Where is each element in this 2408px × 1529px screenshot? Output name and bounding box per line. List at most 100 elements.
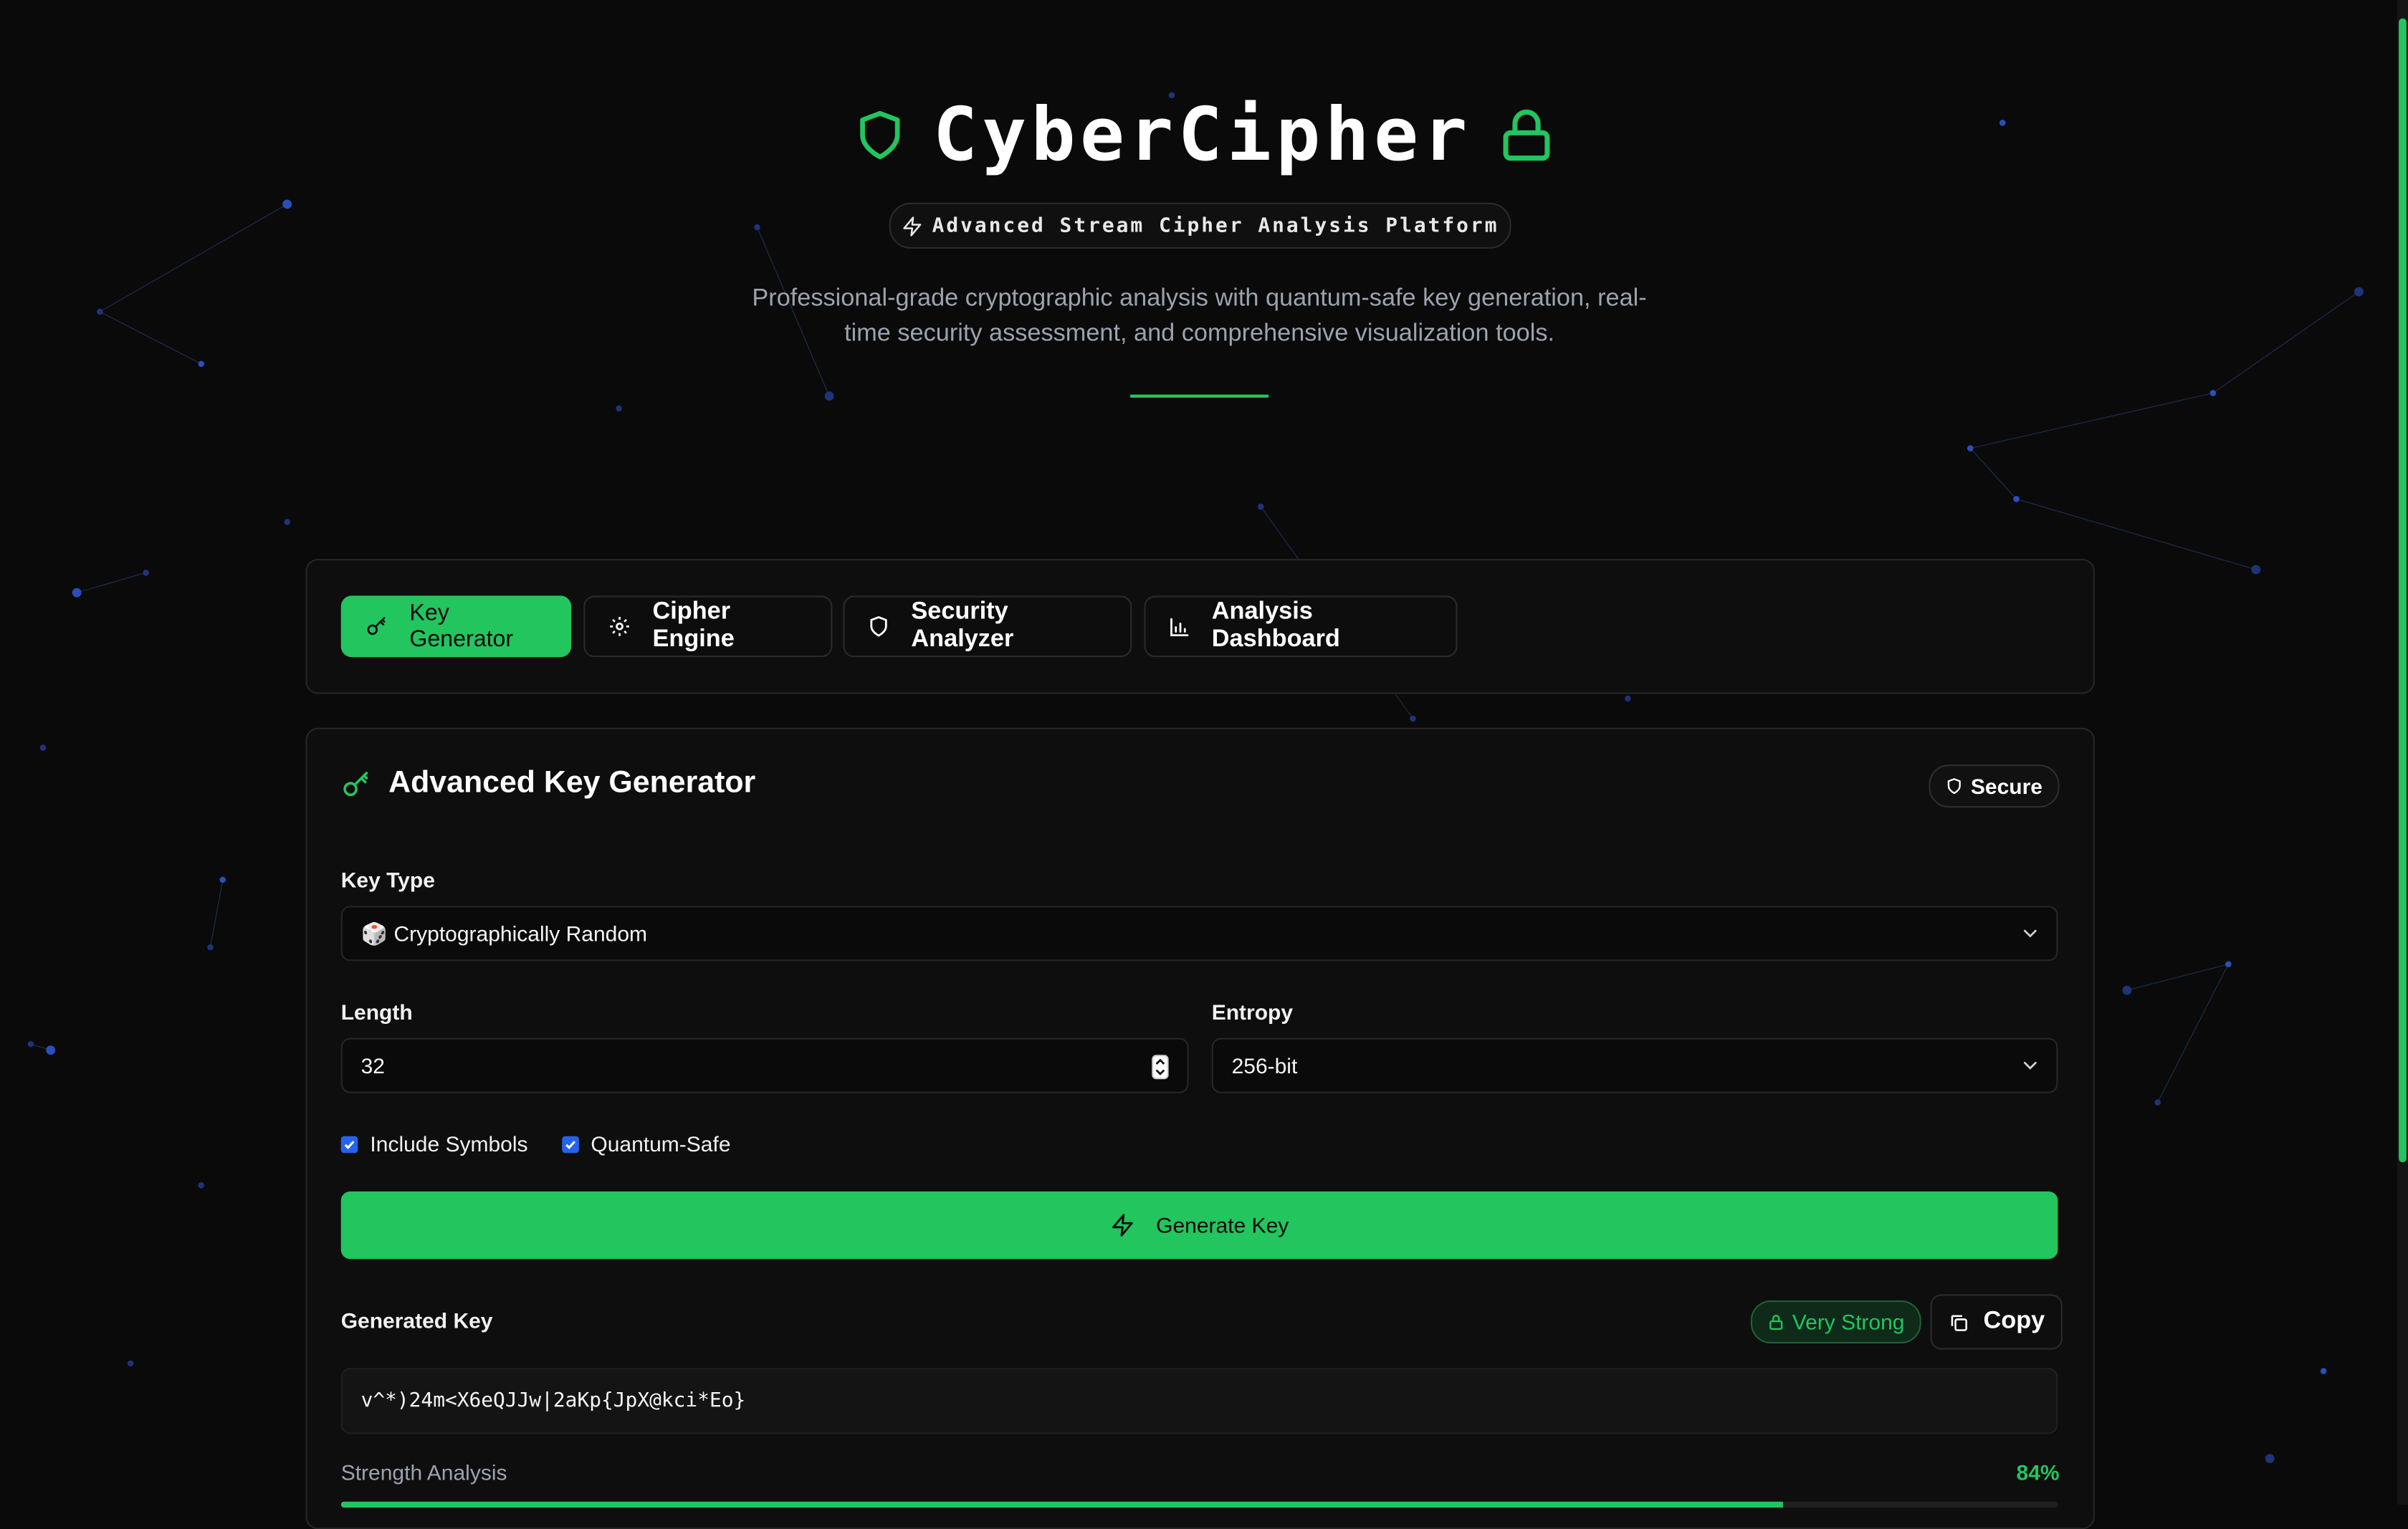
chevron-down-icon (2023, 1062, 2037, 1070)
gear-icon (610, 616, 629, 636)
generated-key-field[interactable]: v^*)24m<X6eQJJw|2aKp{JpX@kci*Eo} (340, 1368, 2058, 1434)
quantum-safe-checkbox[interactable]: Quantum-Safe (561, 1131, 731, 1156)
lock-icon (1769, 1315, 1783, 1330)
network-dot (2320, 1368, 2327, 1374)
app-title: CyberCipher (932, 92, 1472, 178)
generate-key-label: Generate Key (1156, 1212, 1289, 1238)
checkbox-checked-icon[interactable] (561, 1135, 579, 1153)
include-symbols-label: Include Symbols (370, 1131, 528, 1156)
network-link (2126, 964, 2229, 991)
tab-bar: Key Generator Cipher Engine Security Ana… (305, 559, 2095, 694)
network-dot (1258, 503, 1264, 510)
network-dot (1967, 445, 1974, 451)
network-dot (754, 224, 760, 231)
network-dot (2265, 1454, 2275, 1464)
network-link (1970, 392, 2213, 449)
network-dot (198, 1182, 204, 1189)
network-link (2157, 964, 2229, 1103)
scrollbar-thumb[interactable] (2399, 18, 2407, 1163)
network-dot (2013, 496, 2020, 502)
length-label: Length (340, 1000, 413, 1025)
network-link (209, 879, 224, 948)
network-link (99, 311, 202, 365)
tab-key-generator[interactable]: Key Generator (340, 595, 572, 658)
length-input[interactable]: 32 (340, 1037, 1189, 1093)
network-dot (2225, 961, 2232, 967)
strength-badge-text: Very Strong (1792, 1309, 1905, 1335)
copy-icon (1950, 1314, 1967, 1331)
network-dot (207, 944, 214, 951)
lightning-icon (1112, 1214, 1133, 1237)
header-divider (1130, 394, 1268, 398)
spinner-icon[interactable] (1152, 1055, 1169, 1080)
card-title-text: Advanced Key Generator (388, 766, 756, 800)
network-dot (616, 405, 622, 412)
app-root: CyberCipher Advanced Stream Cipher Analy… (0, 0, 2408, 1529)
tab-analysis-dashboard[interactable]: Analysis Dashboard (1144, 595, 1458, 658)
network-dot (2122, 985, 2132, 995)
entropy-label: Entropy (1211, 1000, 1294, 1025)
dice-icon: 🎲 (360, 920, 388, 945)
key-type-label: Key Type (340, 867, 435, 892)
include-symbols-checkbox[interactable]: Include Symbols (340, 1131, 528, 1156)
strength-analysis-label: Strength Analysis (340, 1460, 507, 1485)
key-type-value: Cryptographically Random (393, 921, 648, 946)
checkbox-checked-icon[interactable] (340, 1135, 358, 1153)
entropy-select[interactable]: 256-bit (1211, 1037, 2058, 1093)
copy-button[interactable]: Copy (1930, 1294, 2063, 1350)
tab-security-analyzer[interactable]: Security Analyzer (843, 595, 1132, 658)
tab-label: Security Analyzer (911, 598, 1014, 653)
network-dot (282, 199, 292, 209)
network-dot (2251, 565, 2261, 575)
network-dot (1625, 695, 1631, 702)
strength-badge: Very Strong (1750, 1300, 1922, 1343)
network-dot (219, 876, 226, 883)
tab-label: Cipher Engine (652, 598, 735, 653)
chevron-down-icon (2023, 929, 2037, 938)
lock-icon (1504, 109, 1551, 161)
length-value: 32 (360, 1053, 385, 1078)
network-link (76, 572, 146, 593)
key-icon (367, 617, 386, 636)
network-dot (2209, 390, 2217, 396)
options-row: Include Symbols Quantum-Safe (340, 1131, 731, 1156)
network-dot (46, 1045, 56, 1055)
tab-cipher-engine[interactable]: Cipher Engine (583, 595, 833, 658)
network-link (99, 203, 288, 312)
network-dot (39, 744, 47, 751)
card-title: Advanced Key Generator (341, 766, 756, 801)
network-dot (143, 570, 149, 576)
network-dot (824, 391, 834, 401)
generate-key-button[interactable]: Generate Key (340, 1191, 2058, 1260)
network-dot (127, 1360, 134, 1367)
key-type-select[interactable]: 🎲 Cryptographically Random (340, 906, 2058, 962)
secure-badge-text: Secure (1970, 774, 2042, 799)
secure-badge: Secure (1929, 764, 2060, 808)
hero-title: CyberCipher (0, 92, 2408, 178)
shield-icon (859, 110, 899, 160)
network-dot (2154, 1099, 2161, 1106)
tab-label: Analysis Dashboard (1211, 598, 1340, 653)
shield-icon (870, 616, 887, 637)
lightning-icon (903, 216, 922, 236)
key-generator-card: Advanced Key Generator Secure Key Type 🎲… (305, 727, 2095, 1529)
network-dot (27, 1040, 34, 1048)
network-dot (72, 588, 82, 598)
network-link (1969, 448, 2017, 499)
tagline-badge: Advanced Stream Cipher Analysis Platform (889, 202, 1511, 249)
tab-label: Key Generator (409, 600, 514, 653)
network-dot (198, 360, 204, 368)
copy-label: Copy (1983, 1308, 2045, 1335)
subtitle: Professional-grade cryptographic analysi… (752, 285, 1647, 348)
network-dot (1410, 715, 1416, 722)
key-icon (343, 771, 368, 795)
generated-key-value: v^*)24m<X6eQJJw|2aKp{JpX@kci*Eo} (360, 1389, 746, 1413)
shield-icon (1948, 778, 1962, 795)
network-link (2212, 291, 2359, 394)
generated-key-label: Generated Key (340, 1308, 493, 1333)
tagline-text: Advanced Stream Cipher Analysis Platform (932, 214, 1499, 238)
scrollbar[interactable] (2397, 0, 2408, 1505)
entropy-value: 256-bit (1231, 1053, 1298, 1078)
strength-percentage: 84% (2016, 1460, 2060, 1485)
network-dot (97, 308, 103, 315)
